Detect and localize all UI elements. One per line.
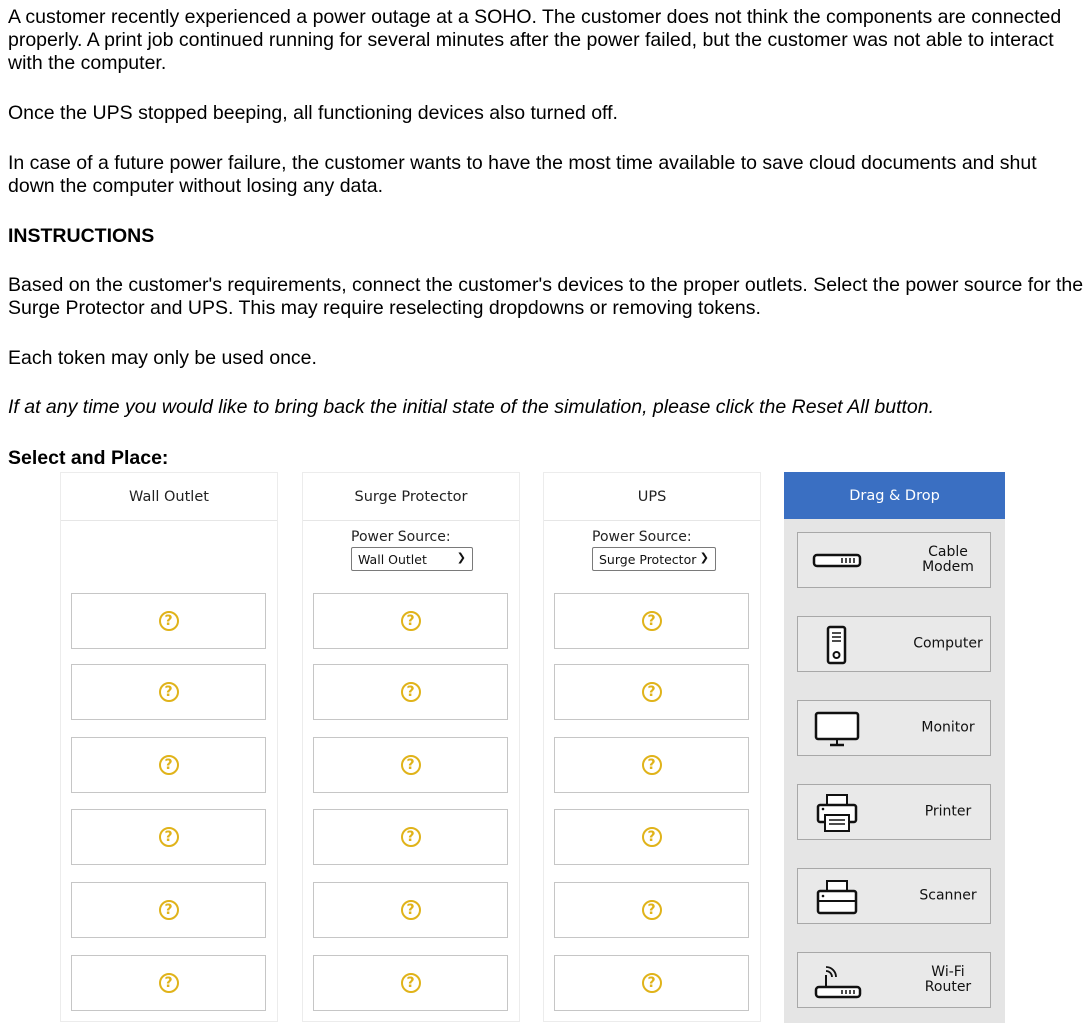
question-icon: ?: [641, 900, 662, 920]
chevron-down-icon: ❯: [456, 551, 466, 564]
question-icon: ?: [158, 973, 179, 993]
scanner-icon: [816, 880, 858, 915]
surge-protector-column: Surge Protector Power Source: Wall Outle…: [302, 472, 520, 1022]
token-label: Scanner: [919, 887, 977, 904]
question-icon: ?: [158, 900, 179, 920]
printer-icon: [816, 794, 858, 832]
token-label: Monitor: [921, 719, 975, 736]
power-source-value: Wall Outlet: [358, 551, 427, 567]
intro-paragraph-1: A customer recently experienced a power …: [8, 6, 1062, 74]
drop-slot[interactable]: ?: [71, 593, 266, 649]
token-label: Computer: [913, 635, 983, 652]
drop-slot[interactable]: ?: [554, 593, 749, 649]
drop-slot[interactable]: ?: [71, 737, 266, 793]
drop-slot[interactable]: ?: [554, 737, 749, 793]
question-icon: ?: [400, 900, 421, 920]
power-source-select[interactable]: Surge Protector ❯: [592, 547, 716, 571]
computer-tower-icon: [826, 625, 847, 665]
wall-outlet-column: Wall Outlet ? ? ? ? ? ?: [60, 472, 278, 1022]
drop-slot[interactable]: ?: [71, 664, 266, 720]
question-icon: ?: [158, 755, 179, 775]
power-source-label: Power Source:: [592, 529, 692, 545]
instructions-heading: INSTRUCTIONS: [8, 225, 155, 247]
question-icon: ?: [641, 755, 662, 775]
chevron-down-icon: ❯: [699, 551, 709, 564]
token-label: Printer: [924, 803, 972, 820]
question-icon: ?: [400, 973, 421, 993]
question-icon: ?: [400, 682, 421, 702]
power-source-value: Surge Protector: [599, 551, 697, 567]
drop-slot[interactable]: ?: [554, 882, 749, 938]
drop-slot[interactable]: ?: [313, 955, 508, 1011]
column-title: Surge Protector: [303, 473, 519, 521]
question-icon: ?: [158, 682, 179, 702]
drag-drop-panel: Drag & Drop Cable Modem Computer Monitor: [784, 472, 1005, 1023]
question-icon: ?: [641, 973, 662, 993]
question-icon: ?: [641, 827, 662, 847]
power-source-select[interactable]: Wall Outlet ❯: [351, 547, 473, 571]
monitor-icon: [814, 711, 860, 747]
token-wifi-router[interactable]: Wi-Fi Router: [797, 952, 991, 1008]
intro-paragraph-3: In case of a future power failure, the c…: [8, 152, 1037, 197]
instructions-paragraph: Based on the customer's requirements, co…: [8, 274, 1084, 319]
column-title: Wall Outlet: [61, 473, 277, 521]
drop-slot[interactable]: ?: [554, 664, 749, 720]
drop-slot[interactable]: ?: [313, 809, 508, 865]
token-label: Cable Modem: [922, 544, 974, 575]
question-icon: ?: [400, 755, 421, 775]
token-label: Wi-Fi Router: [924, 964, 972, 995]
drop-slot[interactable]: ?: [313, 737, 508, 793]
drop-slot[interactable]: ?: [71, 955, 266, 1011]
drop-slot[interactable]: ?: [71, 882, 266, 938]
ups-column: UPS Power Source: Surge Protector ❯ ? ? …: [543, 472, 761, 1022]
drag-drop-title: Drag & Drop: [784, 472, 1005, 519]
drop-slot[interactable]: ?: [313, 593, 508, 649]
token-printer[interactable]: Printer: [797, 784, 991, 840]
cable-modem-icon: [812, 553, 862, 568]
question-icon: ?: [641, 611, 662, 631]
question-icon: ?: [158, 611, 179, 631]
token-rule-text: Each token may only be used once.: [8, 347, 317, 369]
token-monitor[interactable]: Monitor: [797, 700, 991, 756]
token-computer[interactable]: Computer: [797, 616, 991, 672]
intro-paragraph-2: Once the UPS stopped beeping, all functi…: [8, 102, 618, 124]
wifi-router-icon: [814, 966, 862, 999]
drop-slot[interactable]: ?: [554, 955, 749, 1011]
drop-slot[interactable]: ?: [71, 809, 266, 865]
reset-note: If at any time you would like to bring b…: [8, 396, 935, 418]
drop-slot[interactable]: ?: [313, 664, 508, 720]
column-title: UPS: [544, 473, 760, 521]
question-icon: ?: [400, 611, 421, 631]
token-cable-modem[interactable]: Cable Modem: [797, 532, 991, 588]
question-icon: ?: [400, 827, 421, 847]
question-icon: ?: [158, 827, 179, 847]
drop-slot[interactable]: ?: [313, 882, 508, 938]
power-source-label: Power Source:: [351, 529, 451, 545]
token-scanner[interactable]: Scanner: [797, 868, 991, 924]
select-and-place-heading: Select and Place:: [8, 447, 169, 469]
drop-slot[interactable]: ?: [554, 809, 749, 865]
question-icon: ?: [641, 682, 662, 702]
